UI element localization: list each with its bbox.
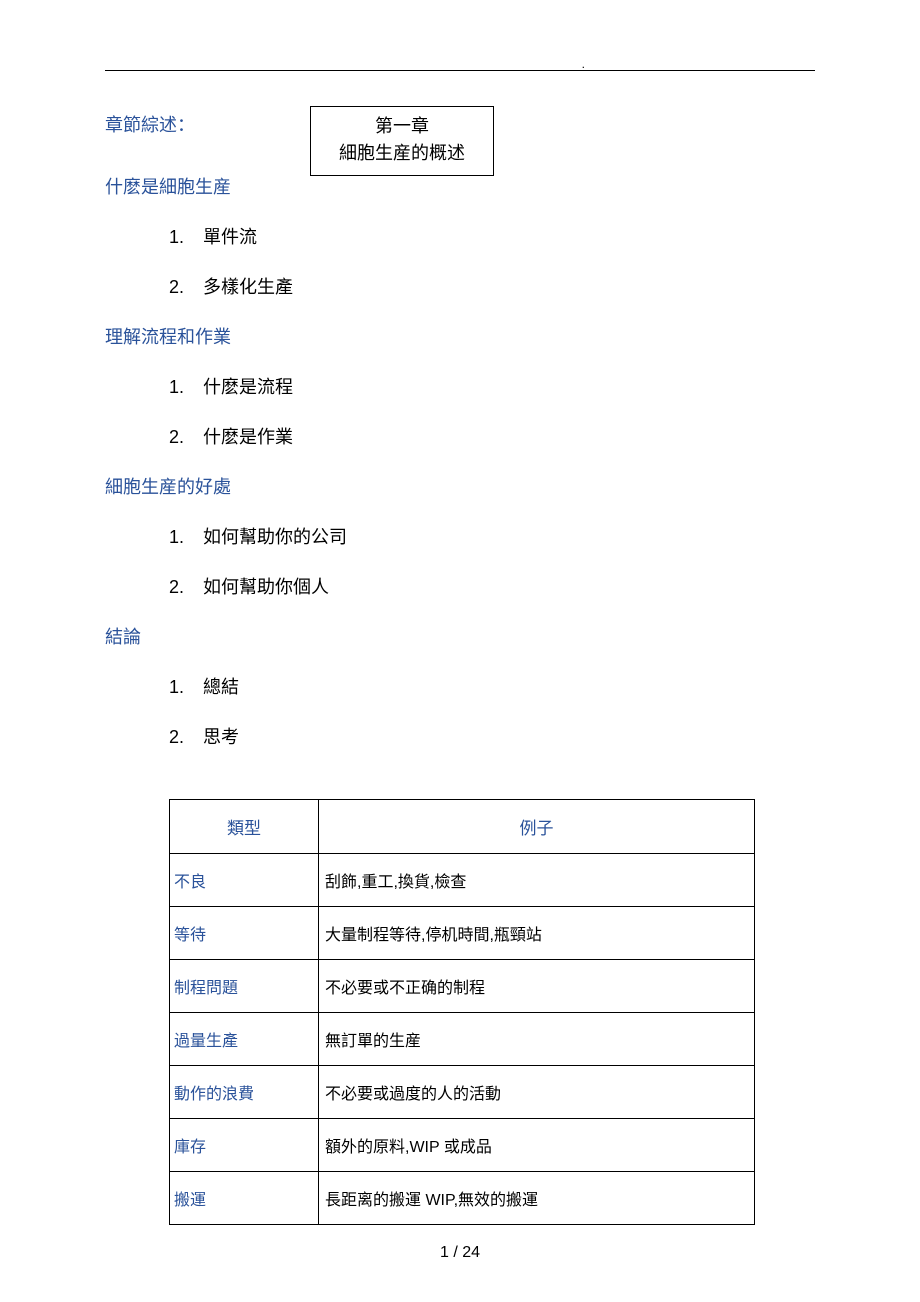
list-item-text: 多樣化生產 — [203, 277, 293, 297]
table-row: 等待 大量制程等待,停机時間,瓶頸站 — [170, 907, 755, 960]
list-item: 1.總結 — [169, 673, 815, 699]
list-item: 2.如何幫助你個人 — [169, 573, 815, 599]
table-row: 搬運 長距离的搬運 WIP,無效的搬運 — [170, 1172, 755, 1225]
table-cell-type: 不良 — [170, 854, 319, 907]
table-cell-type: 庫存 — [170, 1119, 319, 1172]
list-item-text: 如何幫助你的公司 — [203, 527, 347, 547]
section-list: 1.總結 2.思考 — [169, 673, 815, 749]
section-heading: 理解流程和作業 — [105, 323, 815, 349]
section-list: 1.如何幫助你的公司 2.如何幫助你個人 — [169, 523, 815, 599]
list-item: 2.多樣化生產 — [169, 273, 815, 299]
page-number: 1 / 24 — [0, 1244, 920, 1262]
table-row: 制程問題 不必要或不正确的制程 — [170, 960, 755, 1013]
section-heading: 什麽是細胞生産 — [105, 173, 815, 199]
table-row: 過量生產 無訂單的生産 — [170, 1013, 755, 1066]
chapter-subtitle: 細胞生産的概述 — [339, 140, 465, 167]
list-item-text: 單件流 — [203, 227, 257, 247]
table-row: 庫存 額外的原料,WIP 或成品 — [170, 1119, 755, 1172]
table-cell-type: 等待 — [170, 907, 319, 960]
table-row: 不良 刮飾,重工,換貨,檢查 — [170, 854, 755, 907]
table-header-example: 例子 — [319, 800, 755, 854]
table-cell-type: 動作的浪費 — [170, 1066, 319, 1119]
section-list: 1.單件流 2.多樣化生產 — [169, 223, 815, 299]
list-item-text: 思考 — [203, 727, 239, 747]
table-cell-example: 刮飾,重工,換貨,檢查 — [319, 854, 755, 907]
table-cell-example: 大量制程等待,停机時間,瓶頸站 — [319, 907, 755, 960]
list-item: 1.單件流 — [169, 223, 815, 249]
table-cell-type: 制程問題 — [170, 960, 319, 1013]
list-item: 1.什麽是流程 — [169, 373, 815, 399]
table-cell-example: 長距离的搬運 WIP,無效的搬運 — [319, 1172, 755, 1225]
table-header-row: 類型 例子 — [170, 800, 755, 854]
table-cell-example: 不必要或過度的人的活動 — [319, 1066, 755, 1119]
document-page: 第一章 細胞生産的概述 章節綜述： 什麽是細胞生産 1.單件流 2.多樣化生產 … — [0, 0, 920, 1302]
table-cell-example: 無訂單的生産 — [319, 1013, 755, 1066]
waste-types-table: 類型 例子 不良 刮飾,重工,換貨,檢查 等待 大量制程等待,停机時間,瓶頸站 … — [169, 799, 755, 1225]
list-item: 2.思考 — [169, 723, 815, 749]
list-item-text: 如何幫助你個人 — [203, 577, 329, 597]
table-row: 動作的浪費 不必要或過度的人的活動 — [170, 1066, 755, 1119]
list-item-text: 總結 — [203, 677, 239, 697]
list-item-text: 什麽是流程 — [203, 377, 293, 397]
top-horizontal-rule — [105, 70, 815, 71]
list-item-text: 什麽是作業 — [203, 427, 293, 447]
chapter-title-box: 第一章 細胞生産的概述 — [310, 106, 494, 176]
list-item: 1.如何幫助你的公司 — [169, 523, 815, 549]
section-heading: 細胞生産的好處 — [105, 473, 815, 499]
list-item: 2.什麽是作業 — [169, 423, 815, 449]
table-cell-example: 不必要或不正确的制程 — [319, 960, 755, 1013]
chapter-number: 第一章 — [339, 113, 465, 140]
table-cell-example: 額外的原料,WIP 或成品 — [319, 1119, 755, 1172]
table-cell-type: 過量生產 — [170, 1013, 319, 1066]
section-list: 1.什麽是流程 2.什麽是作業 — [169, 373, 815, 449]
table-header-type: 類型 — [170, 800, 319, 854]
table-cell-type: 搬運 — [170, 1172, 319, 1225]
section-heading: 結論 — [105, 623, 815, 649]
